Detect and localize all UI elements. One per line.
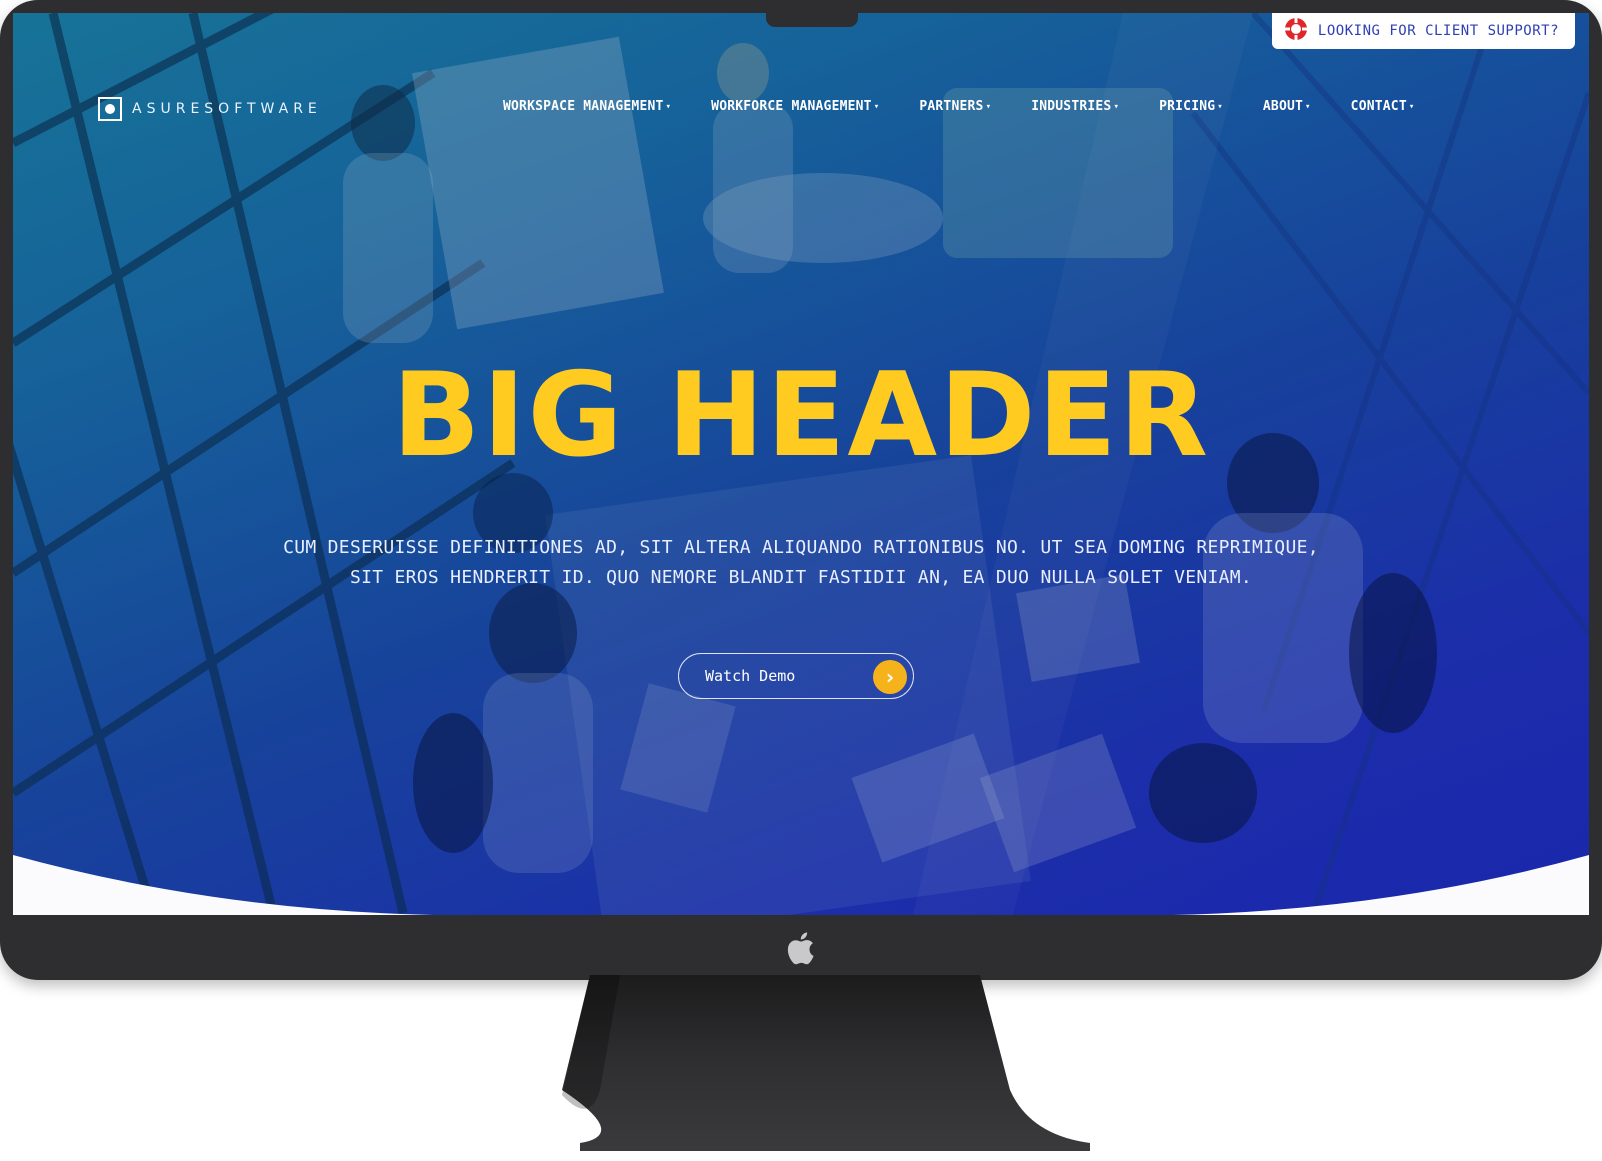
camera-notch	[766, 13, 858, 27]
main-nav: WORKSPACE MANAGEMENT ▾ WORKFORCE MANAGEM…	[503, 99, 1454, 114]
monitor-frame: LOOKING FOR CLIENT SUPPORT? ASURESOFTWAR…	[0, 0, 1602, 980]
nav-item-workforce-management[interactable]: WORKFORCE MANAGEMENT ▾	[711, 99, 879, 114]
nav-item-pricing[interactable]: PRICING ▾	[1159, 99, 1223, 114]
brand-name: ASURESOFTWARE	[132, 101, 322, 117]
nav-item-about[interactable]: ABOUT ▾	[1263, 99, 1311, 114]
bottom-curve-decoration	[13, 855, 1589, 915]
nav-label: PRICING	[1159, 99, 1216, 114]
nav-item-workspace-management[interactable]: WORKSPACE MANAGEMENT ▾	[503, 99, 671, 114]
nav-item-industries[interactable]: INDUSTRIES ▾	[1031, 99, 1119, 114]
watch-demo-button[interactable]: Watch Demo ›	[678, 653, 914, 699]
logo-mark-icon	[98, 97, 122, 121]
nav-item-partners[interactable]: PARTNERS ▾	[919, 99, 991, 114]
hero-subtitle-line-2: SIT EROS HENDRERIT ID. QUO NEMORE BLANDI…	[349, 567, 1253, 588]
chevron-down-icon: ▾	[985, 101, 992, 112]
chevron-down-icon: ▾	[873, 101, 880, 112]
client-support-link[interactable]: LOOKING FOR CLIENT SUPPORT?	[1271, 13, 1575, 49]
chevron-down-icon: ▾	[1305, 101, 1311, 112]
brand-logo[interactable]: ASURESOFTWARE	[98, 97, 322, 121]
hero-subtitle-line-1: CUM DESERUISSE DEFINITIONES AD, SIT ALTE…	[283, 537, 1319, 558]
nav-label: WORKFORCE MANAGEMENT	[711, 99, 872, 114]
hero-title: BIG HEADER	[391, 348, 1211, 483]
nav-label: INDUSTRIES	[1031, 99, 1112, 114]
chevron-down-icon: ▾	[665, 101, 672, 112]
nav-label: PARTNERS	[919, 99, 984, 114]
watch-demo-label: Watch Demo	[705, 667, 796, 685]
monitor-stand	[562, 975, 1090, 1151]
nav-label: ABOUT	[1262, 99, 1304, 114]
chevron-down-icon: ▾	[1113, 101, 1120, 112]
nav-label: CONTACT	[1350, 99, 1407, 114]
lifebuoy-icon	[1284, 17, 1308, 45]
apple-logo-icon	[780, 928, 820, 968]
screen: LOOKING FOR CLIENT SUPPORT? ASURESOFTWAR…	[13, 13, 1589, 915]
nav-label: WORKSPACE MANAGEMENT	[503, 99, 664, 114]
chevron-down-icon: ▾	[1408, 101, 1415, 112]
support-label: LOOKING FOR CLIENT SUPPORT?	[1317, 23, 1559, 39]
hero-subtitle: CUM DESERUISSE DEFINITIONES AD, SIT ALTE…	[163, 533, 1439, 593]
chevron-down-icon: ▾	[1217, 101, 1223, 112]
chevron-right-icon: ›	[873, 660, 907, 694]
nav-item-contact[interactable]: CONTACT ▾	[1351, 99, 1415, 114]
